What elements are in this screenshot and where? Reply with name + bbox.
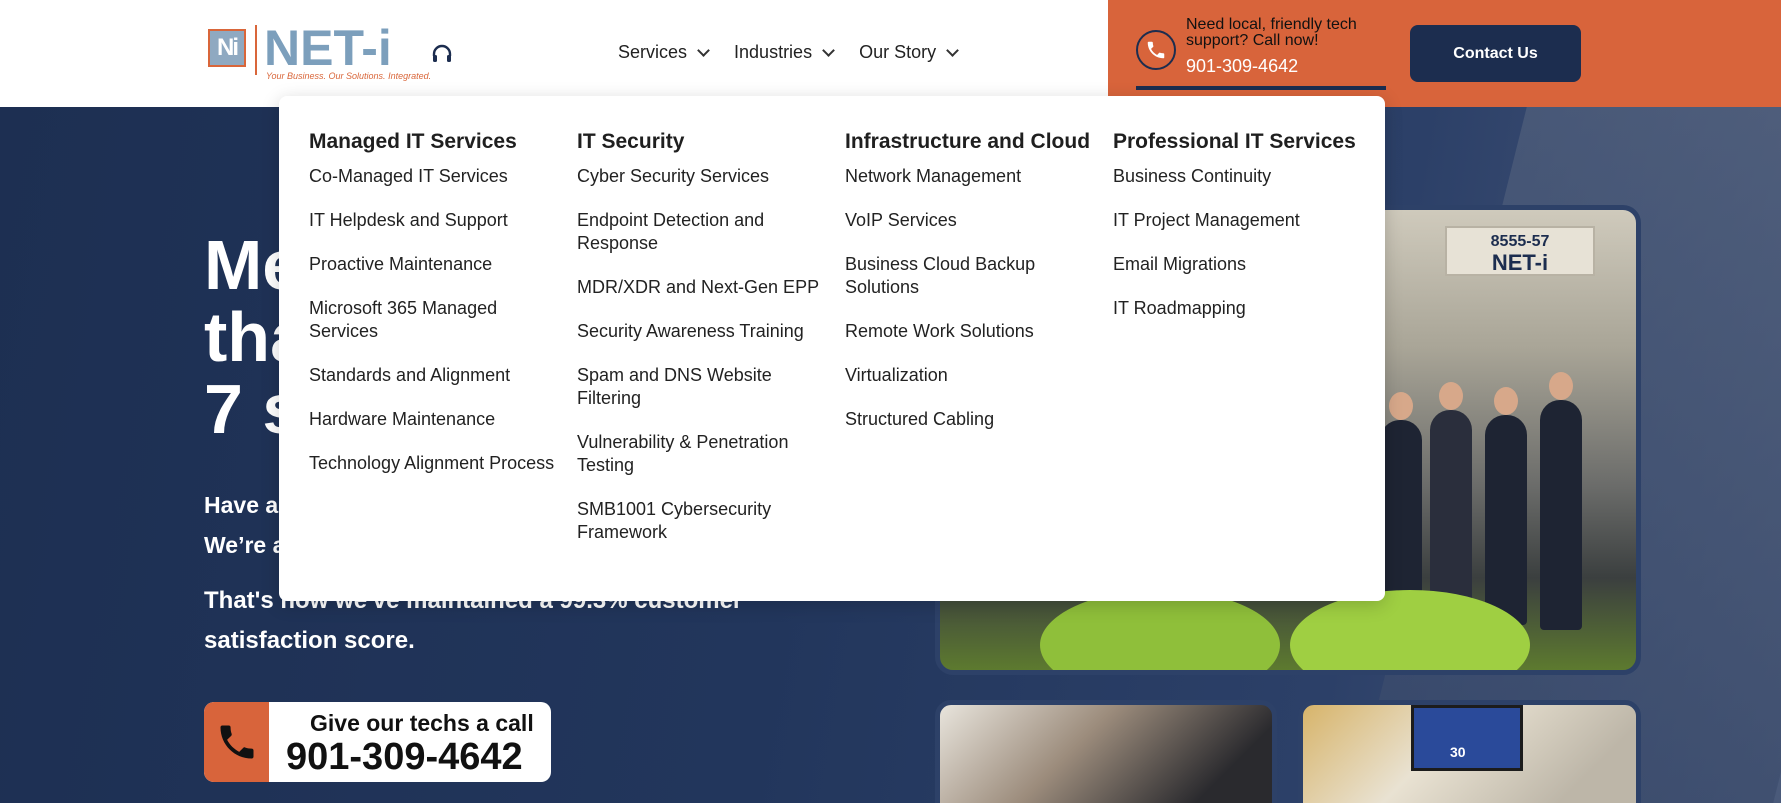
nav-our-story[interactable]: Our Story: [859, 42, 959, 63]
menu-column-title: Professional IT Services: [1113, 130, 1356, 153]
call-banner: Need local, friendly tech support? Call …: [1108, 0, 1781, 107]
team-member: [1540, 372, 1582, 630]
menu-link[interactable]: Cyber Security Services: [577, 165, 827, 188]
menu-link[interactable]: Business Continuity: [1113, 165, 1363, 188]
menu-link[interactable]: Co-Managed IT Services: [309, 165, 559, 188]
nav-industries[interactable]: Industries: [734, 42, 835, 63]
menu-link[interactable]: Email Migrations: [1113, 253, 1363, 276]
menu-column-title: IT Security: [577, 130, 685, 153]
menu-link[interactable]: IT Project Management: [1113, 209, 1363, 232]
contact-us-button[interactable]: Contact Us: [1410, 25, 1581, 82]
menu-column-managed-it: Managed IT Services Co-Managed IT Servic…: [309, 130, 559, 496]
call-underline: [1136, 86, 1386, 90]
menu-link[interactable]: Network Management: [845, 165, 1095, 188]
menu-link[interactable]: Structured Cabling: [845, 408, 1095, 431]
dashboard-screen: 30: [1411, 705, 1523, 771]
site-logo[interactable]: Ni NET-i Your Business. Our Solutions. I…: [208, 20, 431, 85]
team-member: [1485, 387, 1527, 625]
menu-link[interactable]: Microsoft 365 Managed Services: [309, 297, 559, 343]
menu-link[interactable]: Standards and Alignment: [309, 364, 559, 387]
chevron-down-icon: [697, 43, 710, 57]
menu-column-title: Managed IT Services: [309, 130, 517, 153]
menu-link[interactable]: VoIP Services: [845, 209, 1095, 232]
technician-photo: [935, 700, 1277, 803]
menu-link[interactable]: Proactive Maintenance: [309, 253, 559, 276]
logo-mark: Ni: [208, 29, 246, 67]
menu-link[interactable]: Virtualization: [845, 364, 1095, 387]
menu-link[interactable]: IT Helpdesk and Support: [309, 209, 559, 232]
logo-separator: [255, 25, 257, 75]
menu-link[interactable]: Spam and DNS Website Filtering: [577, 364, 827, 410]
menu-link[interactable]: Hardware Maintenance: [309, 408, 559, 431]
menu-link[interactable]: Technology Alignment Process: [309, 452, 559, 475]
logo-wordmark: NET-i: [264, 20, 392, 76]
menu-link[interactable]: Remote Work Solutions: [845, 320, 1095, 343]
call-prompt: Need local, friendly tech support? Call …: [1186, 16, 1357, 49]
bush: [1040, 590, 1280, 670]
menu-link[interactable]: MDR/XDR and Next-Gen EPP: [577, 276, 827, 299]
chevron-down-icon: [822, 43, 835, 57]
menu-link[interactable]: IT Roadmapping: [1113, 297, 1363, 320]
phone-icon: [204, 702, 269, 782]
nav-services[interactable]: Services: [618, 42, 710, 63]
menu-column-title: Infrastructure and Cloud: [845, 130, 1091, 153]
cta-label: Give our techs a call: [310, 710, 534, 736]
main-nav: Services Industries Our Story: [618, 42, 983, 63]
menu-column-it-security: IT Security Cyber Security Services Endp…: [577, 130, 827, 565]
menu-link[interactable]: Endpoint Detection and Response: [577, 209, 827, 255]
header-phone-number[interactable]: 901-309-4642: [1186, 56, 1298, 77]
menu-link[interactable]: Business Cloud Backup Solutions: [845, 253, 1095, 299]
office-photo: 30: [1298, 700, 1641, 803]
hero-intro: Have a We’re a: [204, 492, 286, 558]
menu-link[interactable]: Vulnerability & Penetration Testing: [577, 431, 827, 477]
chevron-down-icon: [946, 43, 959, 57]
door-sign: 8555-57 NET-i: [1445, 226, 1595, 276]
phone-icon: [1136, 30, 1176, 70]
services-mega-menu: Managed IT Services Co-Managed IT Servic…: [279, 96, 1385, 601]
menu-column-professional-it: Professional IT Services Business Contin…: [1113, 130, 1363, 341]
logo-tagline: Your Business. Our Solutions. Integrated…: [266, 71, 432, 81]
call-techs-button[interactable]: Give our techs a call 901-309-4642: [204, 702, 551, 782]
site-header: Ni NET-i Your Business. Our Solutions. I…: [0, 0, 1781, 107]
menu-column-infrastructure-cloud: Infrastructure and Cloud Network Managem…: [845, 130, 1095, 452]
headset-icon[interactable]: [430, 42, 454, 66]
menu-link[interactable]: Security Awareness Training: [577, 320, 827, 343]
menu-link[interactable]: SMB1001 Cybersecurity Framework: [577, 498, 827, 544]
cta-phone-number: 901-309-4642: [286, 736, 523, 778]
